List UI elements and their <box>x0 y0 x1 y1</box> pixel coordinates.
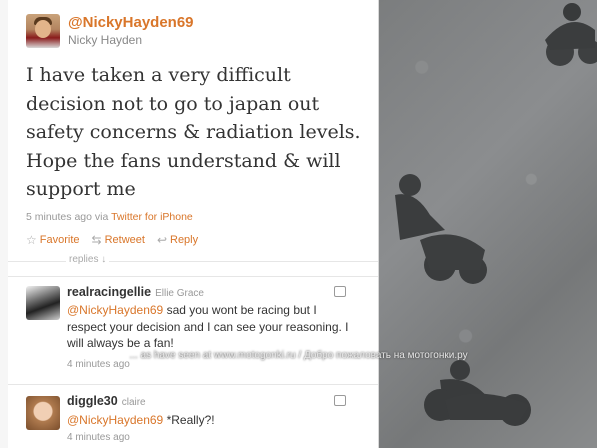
tweet-card: @NickyHayden69 Nicky Hayden I have taken… <box>8 0 379 448</box>
page-gutter <box>0 0 8 448</box>
divider <box>8 276 378 277</box>
replies-toggle[interactable]: replies ↓ <box>66 254 110 265</box>
reply-button[interactable]: ↩ Reply <box>157 233 198 247</box>
reply-speech-icon[interactable] <box>334 395 346 406</box>
tweet-actions: ☆ Favorite ⇆ Retweet ↩ Reply <box>26 233 198 247</box>
reply-speech-icon[interactable] <box>334 286 346 297</box>
reply-timestamp[interactable]: 4 minutes ago <box>67 432 130 443</box>
divider <box>8 261 378 262</box>
favorite-button[interactable]: ☆ Favorite <box>26 233 80 247</box>
mention-link[interactable]: @NickyHayden69 <box>67 413 163 427</box>
motorcycle-silhouette <box>545 3 597 66</box>
reply-label: Reply <box>170 234 199 246</box>
reply-display-name: claire <box>121 397 146 408</box>
tweet-text: I have taken a very difficult decision n… <box>26 64 361 200</box>
tweet-timestamp[interactable]: 5 minutes ago <box>26 211 92 223</box>
motorcycle-silhouette <box>424 360 531 426</box>
reply-username-row: diggle30 claire <box>67 394 146 408</box>
reply-username[interactable]: realracingellie <box>67 285 151 299</box>
reply-display-name: Ellie Grace <box>155 288 204 299</box>
reply-username[interactable]: diggle30 <box>67 394 118 408</box>
reply-text: @NickyHayden69 *Really?! <box>67 412 357 429</box>
retweet-button[interactable]: ⇆ Retweet <box>92 233 145 247</box>
avatar[interactable] <box>26 14 60 48</box>
tweet-author-name: Nicky Hayden <box>68 33 143 47</box>
watermark: ... as have seen at www.motogonki.ru / Д… <box>129 350 468 361</box>
tweet-handle[interactable]: @NickyHayden69 <box>68 14 194 31</box>
divider <box>8 384 378 385</box>
reply-username-row: realracingellie Ellie Grace <box>67 285 204 299</box>
retweet-label: Retweet <box>104 234 145 246</box>
reply-arrow-icon: ↩ <box>156 233 167 247</box>
tweet-meta: 5 minutes ago via Twitter for iPhone <box>26 211 193 223</box>
retweet-icon: ⇆ <box>91 233 102 247</box>
avatar[interactable] <box>26 396 60 430</box>
via-label: via <box>94 211 109 223</box>
reply-body: *Really?! <box>163 413 215 427</box>
motorcycle-silhouette <box>395 174 487 284</box>
avatar[interactable] <box>26 286 60 320</box>
favorite-label: Favorite <box>39 234 80 246</box>
client-link[interactable]: Twitter for iPhone <box>111 211 193 223</box>
star-icon: ☆ <box>26 233 37 247</box>
mention-link[interactable]: @NickyHayden69 <box>67 303 163 317</box>
